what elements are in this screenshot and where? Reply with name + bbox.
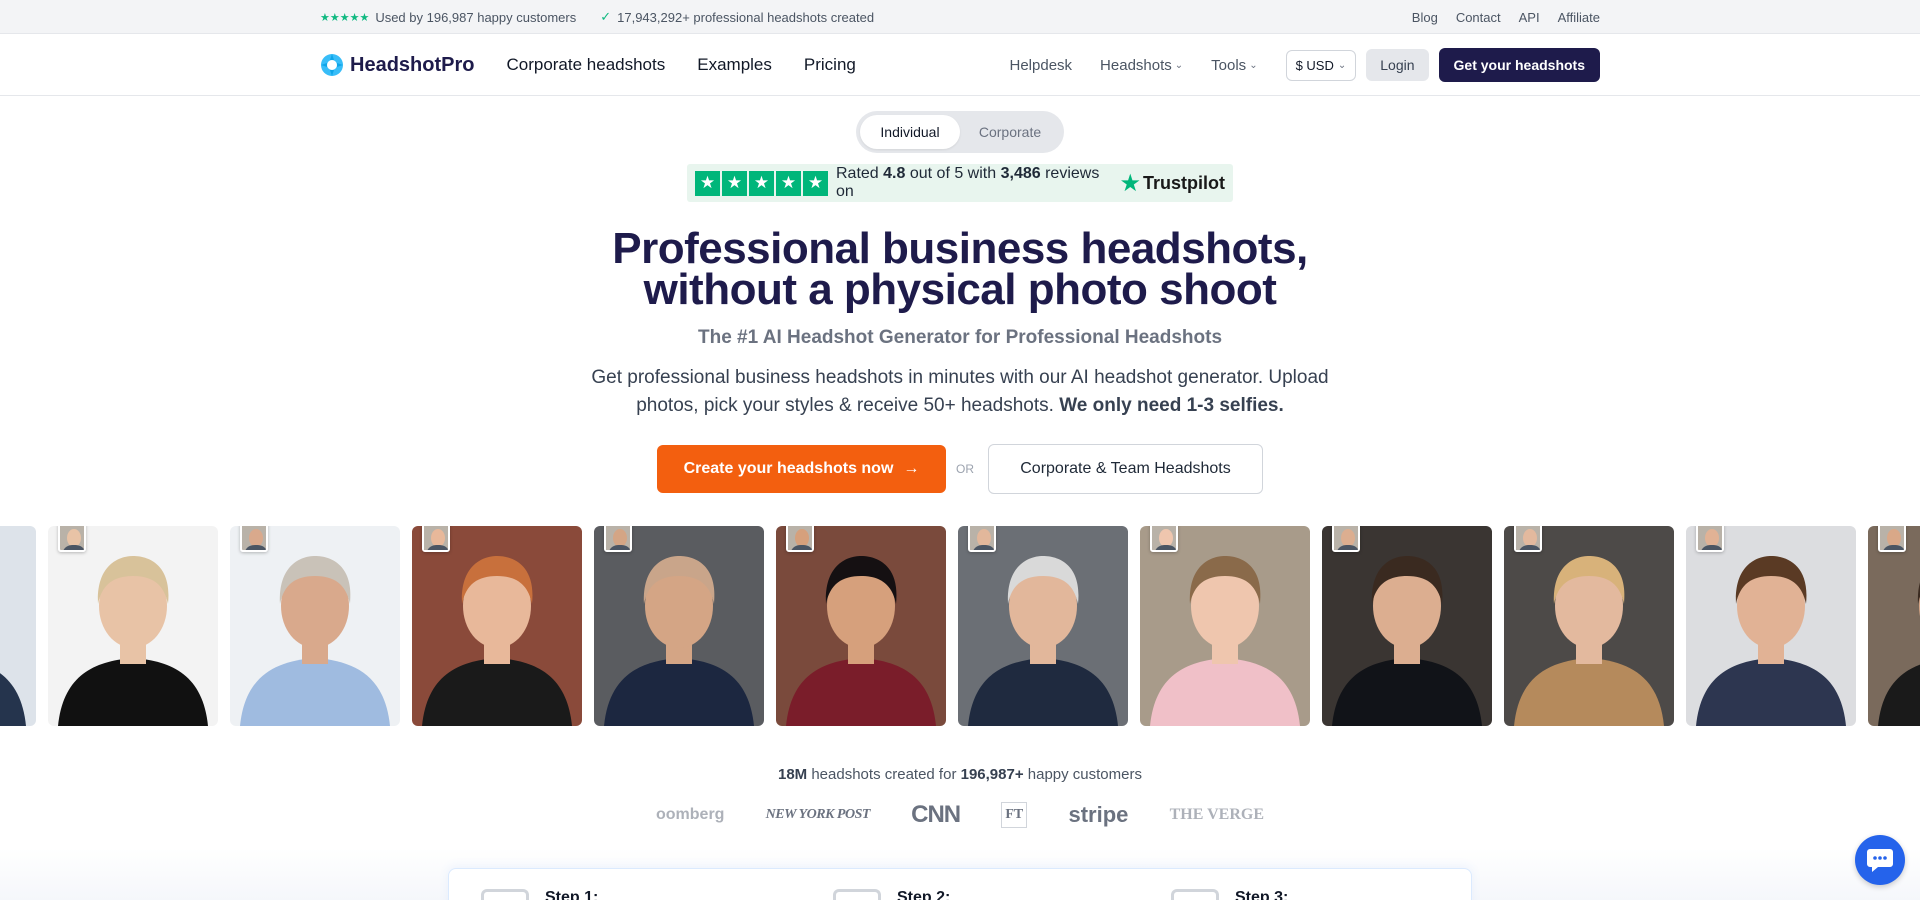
currency-value: $ USD [1295,57,1334,73]
trustpilot-rating-text: Rated 4.8 out of 5 with 3,486 reviews on [836,165,1100,200]
affiliate-link[interactable]: Affiliate [1558,10,1600,25]
currency-select[interactable]: $ USD ⌄ [1285,49,1357,81]
selfie-thumbnail [786,526,814,552]
step-illustration-icon [833,889,881,900]
headshot-photo [1868,526,1920,726]
create-headshots-button[interactable]: Create your headshots now → [657,445,946,493]
nav-corporate-headshots[interactable]: Corporate headshots [506,55,665,75]
headshot-photo [0,526,36,726]
trustpilot-star-icon: ★ [1119,169,1141,197]
helpdesk-label: Helpdesk [1009,56,1073,74]
blog-link[interactable]: Blog [1412,10,1438,25]
contact-link[interactable]: Contact [1456,10,1501,25]
chevron-down-icon: ⌄ [1174,59,1184,71]
step-illustration-icon [481,889,529,900]
toggle-individual[interactable]: Individual [860,115,960,149]
headshot-photo [958,526,1128,726]
chevron-down-icon: ⌄ [1249,59,1258,71]
corporate-team-button[interactable]: Corporate & Team Headshots [988,444,1263,494]
hero-description: Get professional business headshots in m… [591,367,1329,416]
selfie-thumbnail [58,526,86,552]
nav-examples[interactable]: Examples [697,55,772,75]
chat-bubble-icon [1867,849,1893,872]
trustpilot-banner[interactable]: ★ ★ ★ ★ ★ Rated 4.8 out of 5 with 3,486 revi… [687,164,1233,202]
step-2: Step 2: [833,889,950,900]
trustpilot-logo: ★ Trustpilot [1119,169,1225,197]
headshot-photo [594,526,764,726]
api-link[interactable]: API [1519,10,1540,25]
press-logo-stripe: stripe [1068,802,1129,827]
or-divider: OR [956,462,974,476]
step-1: Step 1: [481,889,598,900]
nav-headshots-menu[interactable]: Headshots ⌄ [1100,57,1183,74]
nav-helpdesk[interactable]: Helpdesk [1010,57,1073,74]
top-announcement-bar: ★★★★★ Used by 196,987 happy customers ✓ … [0,0,1920,34]
headshot-photo [412,526,582,726]
press-logo-cnn: CNN [911,801,961,828]
check-icon: ✓ [600,9,612,24]
aperture-logo-icon [321,54,343,76]
press-logo-ft: FT [1001,802,1028,828]
arrow-right-icon: → [903,460,920,477]
login-button[interactable]: Login [1366,49,1429,81]
press-logo-bloomberg: oomberg [656,806,725,823]
logo-text: HeadshotPro [350,53,475,76]
selfie-thumbnail [1878,526,1906,552]
get-headshots-button[interactable]: Get your headshots [1438,48,1600,82]
toggle-corporate[interactable]: Corporate [960,115,1060,149]
nav-tools-menu[interactable]: Tools ⌄ [1211,57,1257,74]
social-proof: 18M headshots created for 196,987+ happy… [777,766,1142,783]
headshot-photo [1322,526,1492,726]
headshots-count: 17,943,292+ professional headshots creat… [617,9,875,25]
headshot-gallery [0,526,1920,726]
headshot-photo [1504,526,1674,726]
headshots-menu-label: Headshots [1100,56,1172,74]
headshot-photo [230,526,400,726]
selfie-thumbnail [1150,526,1178,552]
main-header: HeadshotPro Corporate headshots Examples… [0,34,1920,96]
steps-card: Step 1: Step 2: Step 3: [448,868,1472,900]
selfie-thumbnail [1514,526,1542,552]
headshot-photo [776,526,946,726]
audience-toggle: Individual Corporate [856,111,1064,153]
trustpilot-stars-icon: ★ ★ ★ ★ ★ [695,170,828,196]
headshot-photo [48,526,218,726]
create-headshots-label: Create your headshots now [683,460,894,477]
nav-pricing[interactable]: Pricing [804,55,856,75]
selfie-thumbnail [968,526,996,552]
logo[interactable]: HeadshotPro [320,53,474,77]
tools-menu-label: Tools [1211,56,1247,74]
step-3: Step 3: [1171,889,1288,900]
chat-widget-button[interactable] [1855,835,1905,885]
selfie-thumbnail [1332,526,1360,552]
selfie-thumbnail [1696,526,1724,552]
step-illustration-icon [1171,889,1219,900]
headshot-photo [1686,526,1856,726]
press-logo-new-york-post: NEW YORK POST [765,807,871,822]
press-logos: oomberg NEW YORK POST CNN FT stripe THE … [656,798,1264,832]
selfie-thumbnail [604,526,632,552]
hero-title: Professional business headshots, without… [612,224,1308,314]
selfie-thumbnail [422,526,450,552]
chevron-down-icon: ⌄ [1337,59,1347,71]
press-logo-the-verge: THE VERGE [1169,806,1264,823]
rating-stars-icon: ★★★★★ [320,11,370,24]
customers-count: Used by 196,987 happy customers [375,9,577,25]
selfie-thumbnail [240,526,268,552]
headshot-photo [1140,526,1310,726]
hero-subtitle: The #1 AI Headshot Generator for Profess… [697,327,1223,348]
